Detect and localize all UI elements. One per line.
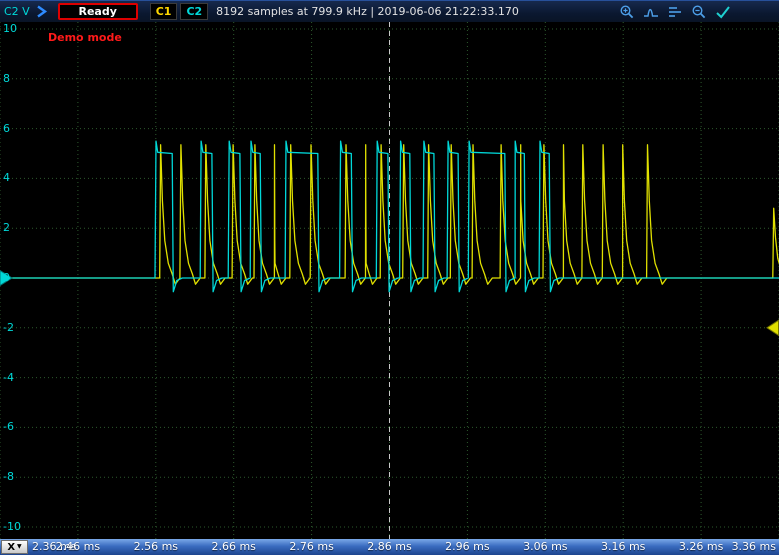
- y-tick-label: 8: [3, 71, 10, 85]
- channel-1-button[interactable]: C1: [149, 3, 178, 20]
- y-tick-label: -2: [3, 320, 14, 334]
- acquisition-info-text: 8192 samples at 799.9 kHz | 2019-06-06 2…: [216, 5, 519, 18]
- x-tick-label: 3.36 ms: [731, 540, 776, 553]
- y-tick-label: 2: [3, 221, 10, 235]
- x-tick-label: 3.26 ms: [678, 540, 724, 553]
- demo-mode-label: Demo mode: [48, 31, 122, 44]
- x-tick-label: 2.66 ms: [211, 540, 256, 553]
- y-axis-unit-label: C2 V: [4, 5, 30, 18]
- x-tick-label: 3.16 ms: [600, 540, 646, 553]
- toolbar: C2 V Ready C1 C2 8192 samples at 799.9 k…: [0, 0, 779, 22]
- x-axis-selector[interactable]: X ▼: [1, 540, 28, 554]
- y-tick-label: -8: [3, 470, 14, 484]
- x-tick-label: 2.96 ms: [445, 540, 490, 553]
- oscilloscope-app: C2 V Ready C1 C2 8192 samples at 799.9 k…: [0, 0, 779, 555]
- x-tick-label: 2.76 ms: [289, 540, 334, 553]
- y-tick-label: 10: [3, 22, 17, 35]
- ready-status-button[interactable]: Ready: [57, 3, 138, 20]
- x-tick-label: 2.56 ms: [133, 540, 179, 553]
- toolbar-icons: [619, 4, 731, 20]
- x-tick-label: 2.86 ms: [367, 540, 412, 553]
- confirm-check-icon[interactable]: [715, 4, 731, 20]
- zoom-out-icon[interactable]: [691, 4, 707, 20]
- waveform-svg: [0, 22, 779, 539]
- waveform-display[interactable]: 10 8 6 4 2 0 -2 -4 -6 -8 -10 Demo mode: [0, 22, 779, 539]
- y-tick-label: 4: [3, 171, 10, 185]
- y-tick-label: 6: [3, 121, 10, 135]
- c1-position-marker[interactable]: [766, 319, 779, 337]
- y-tick-label: -10: [3, 520, 21, 533]
- y-tick-label: -6: [3, 420, 14, 434]
- y-tick-label: 0: [3, 271, 10, 284]
- x-axis-bar: X ▼ 2.36 ms 2.46 ms 2.56 ms 2.66 ms 2.76 ms 2…: [0, 539, 779, 555]
- channel-2-button[interactable]: C2: [180, 3, 209, 20]
- x-axis-selector-label: X: [7, 541, 16, 553]
- levels-icon[interactable]: [667, 4, 683, 20]
- chevron-down-icon: ▼: [17, 543, 22, 550]
- peak-trace-icon[interactable]: [643, 4, 659, 20]
- x-tick-label: 2.46 ms: [55, 540, 101, 553]
- c2-trace: [0, 140, 779, 293]
- y-tick-label: -4: [3, 370, 14, 384]
- run-arrow-icon[interactable]: [36, 5, 48, 18]
- zoom-in-icon[interactable]: [619, 4, 635, 20]
- x-tick-label: 3.06 ms: [523, 540, 568, 553]
